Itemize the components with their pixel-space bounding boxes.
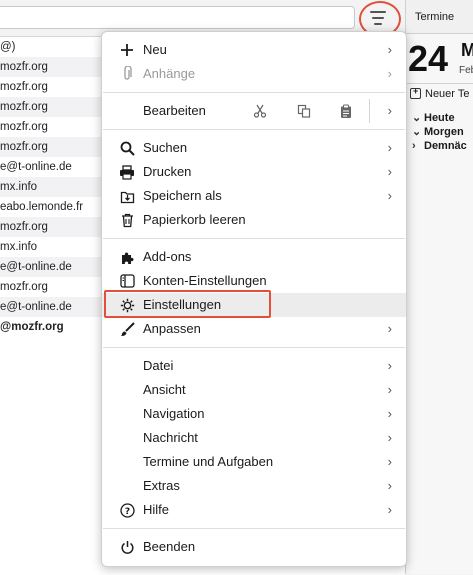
- date-month-sub: Feb: [459, 65, 473, 76]
- today-pane: Termine 24 M Feb Neuer Te ⌄Heute ⌄Morgen…: [405, 0, 473, 574]
- calendar-add-icon: [410, 86, 421, 99]
- menu-item-view[interactable]: Ansicht ›: [102, 378, 406, 402]
- chevron-right-icon: ›: [387, 140, 392, 155]
- menu-item-events-tasks[interactable]: Termine und Aufgaben ›: [102, 450, 406, 474]
- date-day: 24: [408, 38, 449, 79]
- clipboard-icon[interactable]: [336, 102, 356, 120]
- chevron-down-icon: ⌄: [412, 126, 422, 138]
- help-icon: ?: [119, 502, 135, 518]
- agenda-list: ⌄ Heute ⌄ Morgen › Demnäc: [412, 111, 467, 153]
- menu-item-message[interactable]: Nachricht ›: [102, 426, 406, 450]
- menu-item-navigation[interactable]: Navigation ›: [102, 402, 406, 426]
- menu-item-extras[interactable]: Extras ›: [102, 474, 406, 498]
- svg-text:?: ?: [124, 507, 129, 517]
- chevron-right-icon: ›: [387, 502, 392, 517]
- plus-icon: [119, 42, 135, 58]
- paperclip-icon: [119, 66, 135, 82]
- menu-item-label: Datei: [143, 358, 174, 373]
- divider: [369, 99, 370, 123]
- magnifier-icon: [119, 140, 135, 156]
- menu-separator: [103, 92, 405, 93]
- menu-item-quit[interactable]: Beenden: [102, 535, 406, 559]
- menu-item-label: Neu: [143, 42, 167, 57]
- chevron-right-icon: ›: [387, 430, 392, 445]
- agenda-group-label: Heute: [424, 112, 455, 124]
- chevron-down-icon: ⌄: [412, 112, 422, 124]
- chevron-right-icon: ›: [387, 321, 392, 336]
- new-event-label: Neuer Te: [425, 88, 470, 100]
- trash-icon: [119, 212, 135, 228]
- menu-item-label: Speichern als: [143, 188, 222, 203]
- menu-item-file[interactable]: Datei ›: [102, 354, 406, 378]
- chevron-right-icon: ›: [387, 358, 392, 373]
- menu-separator: [103, 347, 405, 348]
- menu-item-label: Konten-Einstellungen: [143, 273, 267, 288]
- menu-item-label: Extras: [143, 478, 180, 493]
- new-event-button[interactable]: Neuer Te: [410, 86, 470, 100]
- agenda-group-tomorrow[interactable]: ⌄ Morgen: [412, 125, 467, 139]
- menu-item-new[interactable]: Neu ›: [102, 38, 406, 62]
- printer-icon: [119, 164, 135, 180]
- menu-item-label: Beenden: [143, 539, 196, 554]
- menu-item-attachments[interactable]: Anhänge ›: [102, 62, 406, 86]
- menu-item-label: Anpassen: [143, 321, 201, 336]
- menu-separator: [103, 528, 405, 529]
- menu-item-help[interactable]: ? Hilfe ›: [102, 498, 406, 522]
- menu-item-print[interactable]: Drucken ›: [102, 160, 406, 184]
- menu-item-empty-trash[interactable]: Papierkorb leeren: [102, 208, 406, 232]
- scissors-icon[interactable]: [250, 102, 270, 120]
- menu-item-label: Nachricht: [143, 430, 198, 445]
- chevron-right-icon: ›: [387, 406, 392, 421]
- menu-item-label: Einstellungen: [143, 297, 222, 312]
- chevron-right-icon: ›: [387, 164, 392, 179]
- menu-item-settings[interactable]: Einstellungen: [102, 293, 406, 317]
- copy-icon[interactable]: [294, 102, 314, 120]
- menu-item-label: Suchen: [143, 140, 188, 155]
- menu-item-label: Ansicht: [143, 382, 186, 397]
- date-month: M: [461, 40, 473, 61]
- divider: [406, 83, 473, 84]
- menu-separator: [103, 238, 405, 239]
- gear-icon: [119, 297, 135, 313]
- chevron-right-icon: ›: [387, 382, 392, 397]
- agenda-group-soon[interactable]: › Demnäc: [412, 139, 467, 153]
- brush-icon: [119, 321, 135, 337]
- agenda-group-today[interactable]: ⌄ Heute: [412, 111, 467, 125]
- tab-termine[interactable]: Termine: [406, 0, 473, 34]
- edit-row: Bearbeiten ›: [102, 99, 406, 123]
- chevron-right-icon: ›: [387, 478, 392, 493]
- menu-item-addons[interactable]: Add-ons: [102, 245, 406, 269]
- menu-item-save-as[interactable]: Speichern als ›: [102, 184, 406, 208]
- chevron-right-icon[interactable]: ›: [388, 99, 392, 123]
- chevron-right-icon: ›: [387, 66, 392, 81]
- menu-item-label: Termine und Aufgaben: [143, 454, 274, 469]
- chevron-right-icon: ›: [387, 188, 392, 203]
- edit-label: Bearbeiten: [143, 103, 206, 118]
- menu-item-label: Hilfe: [143, 502, 170, 517]
- menu-item-label: Drucken: [143, 164, 192, 179]
- menu-item-account-settings[interactable]: Konten-Einstellungen: [102, 269, 406, 293]
- menu-item-label: Papierkorb leeren: [143, 212, 246, 227]
- menu-item-label: Add-ons: [143, 249, 192, 264]
- chevron-right-icon: ›: [412, 140, 416, 152]
- agenda-group-label: Demnäc: [424, 140, 467, 152]
- power-icon: [119, 539, 135, 555]
- account-card-icon: [119, 273, 135, 289]
- app-menu-panel: Neu › Anhänge › Bearbeiten › Suchen › Dr…: [101, 31, 407, 567]
- menu-item-label: Anhänge: [143, 66, 196, 81]
- menu-item-customize[interactable]: Anpassen ›: [102, 317, 406, 341]
- menu-item-label: Navigation: [143, 406, 205, 421]
- menu-separator: [103, 129, 405, 130]
- chevron-right-icon: ›: [387, 42, 392, 57]
- chevron-right-icon: ›: [387, 454, 392, 469]
- search-input[interactable]: [0, 6, 355, 29]
- menu-icon: [370, 11, 386, 29]
- menu-item-search[interactable]: Suchen ›: [102, 136, 406, 160]
- save-icon: [119, 188, 135, 204]
- puzzle-icon: [119, 249, 135, 265]
- agenda-group-label: Morgen: [424, 126, 464, 138]
